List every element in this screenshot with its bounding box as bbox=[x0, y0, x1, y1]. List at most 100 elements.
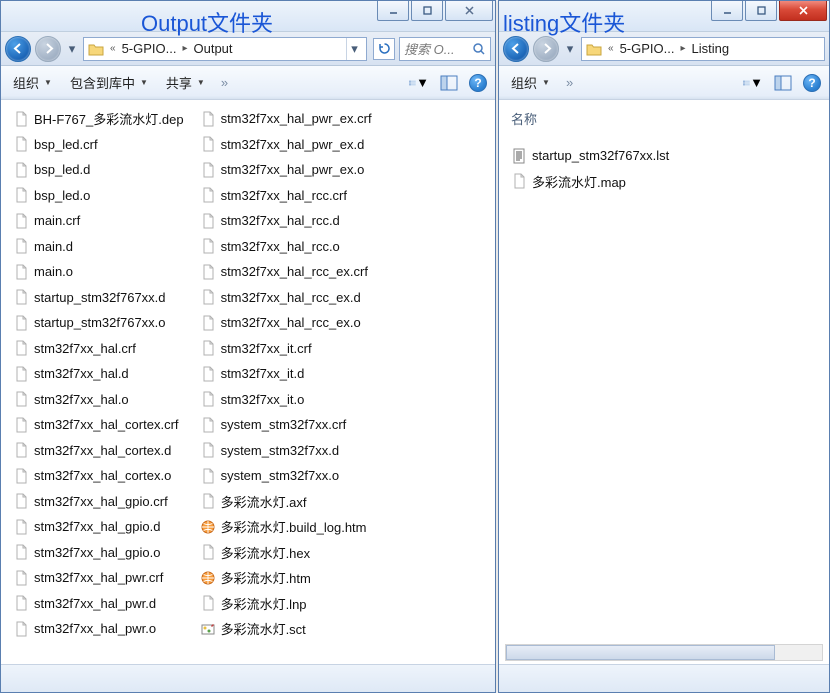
file-item[interactable]: stm32f7xx_hal.o bbox=[11, 387, 186, 413]
file-item[interactable]: bsp_led.crf bbox=[11, 132, 186, 158]
file-item[interactable]: stm32f7xx_hal_rcc.crf bbox=[198, 183, 374, 209]
titlebar[interactable] bbox=[499, 1, 829, 32]
file-icon bbox=[13, 366, 29, 382]
file-icon bbox=[13, 238, 29, 254]
chevron-right-icon[interactable]: ▸ bbox=[180, 43, 189, 54]
file-item[interactable]: stm32f7xx_hal_pwr.d bbox=[11, 591, 186, 617]
file-item[interactable]: stm32f7xx_hal_cortex.o bbox=[11, 463, 186, 489]
minimize-button[interactable] bbox=[377, 1, 409, 21]
share-button[interactable]: 共享▼ bbox=[162, 70, 209, 95]
search-icon bbox=[472, 42, 486, 56]
breadcrumb[interactable]: 5-GPIO... bbox=[620, 41, 675, 56]
file-icon bbox=[200, 468, 216, 484]
toolbar-overflow[interactable]: » bbox=[219, 75, 230, 90]
file-name: main.o bbox=[34, 264, 73, 279]
file-item[interactable]: startup_stm32f767xx.lst bbox=[509, 143, 819, 169]
scrollbar-thumb[interactable] bbox=[506, 645, 775, 660]
file-item[interactable]: bsp_led.d bbox=[11, 157, 186, 183]
file-item[interactable]: 多彩流水灯.hex bbox=[198, 540, 374, 566]
file-item[interactable]: main.o bbox=[11, 259, 186, 285]
toolbar-overflow[interactable]: » bbox=[564, 75, 575, 90]
minimize-button[interactable] bbox=[711, 1, 743, 21]
file-item[interactable]: stm32f7xx_hal_rcc_ex.d bbox=[198, 285, 374, 311]
file-item[interactable]: BH-F767_多彩流水灯.dep bbox=[11, 106, 186, 132]
address-bar[interactable]: « 5-GPIO... ▸ Output ▾ bbox=[83, 37, 367, 61]
file-item[interactable]: stm32f7xx_hal_gpio.d bbox=[11, 514, 186, 540]
include-button[interactable]: 包含到库中▼ bbox=[66, 70, 152, 95]
back-button[interactable] bbox=[503, 36, 529, 62]
file-item[interactable]: 多彩流水灯.map bbox=[509, 169, 819, 195]
close-button[interactable] bbox=[445, 1, 493, 21]
file-item[interactable]: stm32f7xx_hal_rcc_ex.crf bbox=[198, 259, 374, 285]
titlebar[interactable] bbox=[1, 1, 495, 32]
nav-history-dropdown[interactable]: ▾ bbox=[65, 39, 79, 59]
file-icon bbox=[13, 519, 29, 535]
file-item[interactable]: stm32f7xx_it.crf bbox=[198, 336, 374, 362]
close-button[interactable] bbox=[779, 1, 827, 21]
file-item[interactable]: 多彩流水灯.axf bbox=[198, 489, 374, 515]
help-button[interactable]: ? bbox=[469, 74, 487, 92]
refresh-button[interactable] bbox=[373, 38, 395, 60]
file-item[interactable]: 多彩流水灯.htm bbox=[198, 565, 374, 591]
file-item[interactable]: stm32f7xx_hal_rcc.o bbox=[198, 234, 374, 260]
statusbar bbox=[499, 664, 829, 692]
file-pane[interactable]: 名称 startup_stm32f767xx.lst多彩流水灯.map bbox=[499, 100, 829, 664]
view-button[interactable]: ▼ bbox=[409, 73, 429, 93]
file-item[interactable]: stm32f7xx_hal_pwr.crf bbox=[11, 565, 186, 591]
file-item[interactable]: system_stm32f7xx.crf bbox=[198, 412, 374, 438]
file-item[interactable]: stm32f7xx_hal_rcc.d bbox=[198, 208, 374, 234]
file-item[interactable]: bsp_led.o bbox=[11, 183, 186, 209]
file-pane[interactable]: BH-F767_多彩流水灯.depbsp_led.crfbsp_led.dbsp… bbox=[1, 100, 495, 664]
file-item[interactable]: stm32f7xx_hal_cortex.crf bbox=[11, 412, 186, 438]
file-item[interactable]: 多彩流水灯.build_log.htm bbox=[198, 514, 374, 540]
file-item[interactable]: startup_stm32f767xx.d bbox=[11, 285, 186, 311]
pane-button[interactable] bbox=[773, 73, 793, 93]
folder-icon bbox=[586, 42, 602, 56]
forward-button[interactable] bbox=[35, 36, 61, 62]
file-item[interactable]: stm32f7xx_hal_pwr_ex.crf bbox=[198, 106, 374, 132]
view-button[interactable]: ▼ bbox=[743, 73, 763, 93]
file-item[interactable]: system_stm32f7xx.d bbox=[198, 438, 374, 464]
organize-button[interactable]: 组织▼ bbox=[507, 70, 554, 95]
maximize-button[interactable] bbox=[411, 1, 443, 21]
file-name: stm32f7xx_hal_pwr_ex.d bbox=[221, 137, 365, 152]
nav-history-dropdown[interactable]: ▾ bbox=[563, 39, 577, 59]
file-item[interactable]: stm32f7xx_hal.crf bbox=[11, 336, 186, 362]
file-item[interactable]: stm32f7xx_it.d bbox=[198, 361, 374, 387]
file-item[interactable]: 多彩流水灯.lnp bbox=[198, 591, 374, 617]
organize-button[interactable]: 组织▼ bbox=[9, 70, 56, 95]
back-button[interactable] bbox=[5, 36, 31, 62]
breadcrumb[interactable]: 5-GPIO... bbox=[122, 41, 177, 56]
file-icon bbox=[13, 340, 29, 356]
file-item[interactable]: stm32f7xx_hal_rcc_ex.o bbox=[198, 310, 374, 336]
file-item[interactable]: system_stm32f7xx.o bbox=[198, 463, 374, 489]
file-item[interactable]: 多彩流水灯.sct bbox=[198, 616, 374, 642]
scrollbar-horizontal[interactable] bbox=[505, 644, 823, 661]
file-item[interactable]: stm32f7xx_hal_pwr.o bbox=[11, 616, 186, 642]
chevron-icon[interactable]: « bbox=[606, 43, 616, 54]
pane-button[interactable] bbox=[439, 73, 459, 93]
file-item[interactable]: stm32f7xx_it.o bbox=[198, 387, 374, 413]
file-item[interactable]: stm32f7xx_hal_cortex.d bbox=[11, 438, 186, 464]
column-header-name[interactable]: 名称 bbox=[509, 106, 819, 137]
address-dropdown[interactable]: ▾ bbox=[346, 38, 362, 60]
breadcrumb-current[interactable]: Listing bbox=[692, 41, 730, 56]
search-input[interactable]: 搜索 O... bbox=[399, 37, 491, 61]
help-button[interactable]: ? bbox=[803, 74, 821, 92]
file-item[interactable]: stm32f7xx_hal.d bbox=[11, 361, 186, 387]
file-name: main.d bbox=[34, 239, 73, 254]
breadcrumb-current[interactable]: Output bbox=[194, 41, 233, 56]
address-bar[interactable]: « 5-GPIO... ▸ Listing bbox=[581, 37, 825, 61]
file-item[interactable]: stm32f7xx_hal_pwr_ex.d bbox=[198, 132, 374, 158]
file-item[interactable]: main.crf bbox=[11, 208, 186, 234]
file-item[interactable]: main.d bbox=[11, 234, 186, 260]
file-icon bbox=[13, 136, 29, 152]
forward-button[interactable] bbox=[533, 36, 559, 62]
chevron-icon[interactable]: « bbox=[108, 43, 118, 54]
maximize-button[interactable] bbox=[745, 1, 777, 21]
file-item[interactable]: stm32f7xx_hal_gpio.o bbox=[11, 540, 186, 566]
file-item[interactable]: stm32f7xx_hal_pwr_ex.o bbox=[198, 157, 374, 183]
chevron-right-icon[interactable]: ▸ bbox=[678, 43, 687, 54]
file-item[interactable]: stm32f7xx_hal_gpio.crf bbox=[11, 489, 186, 515]
file-item[interactable]: startup_stm32f767xx.o bbox=[11, 310, 186, 336]
